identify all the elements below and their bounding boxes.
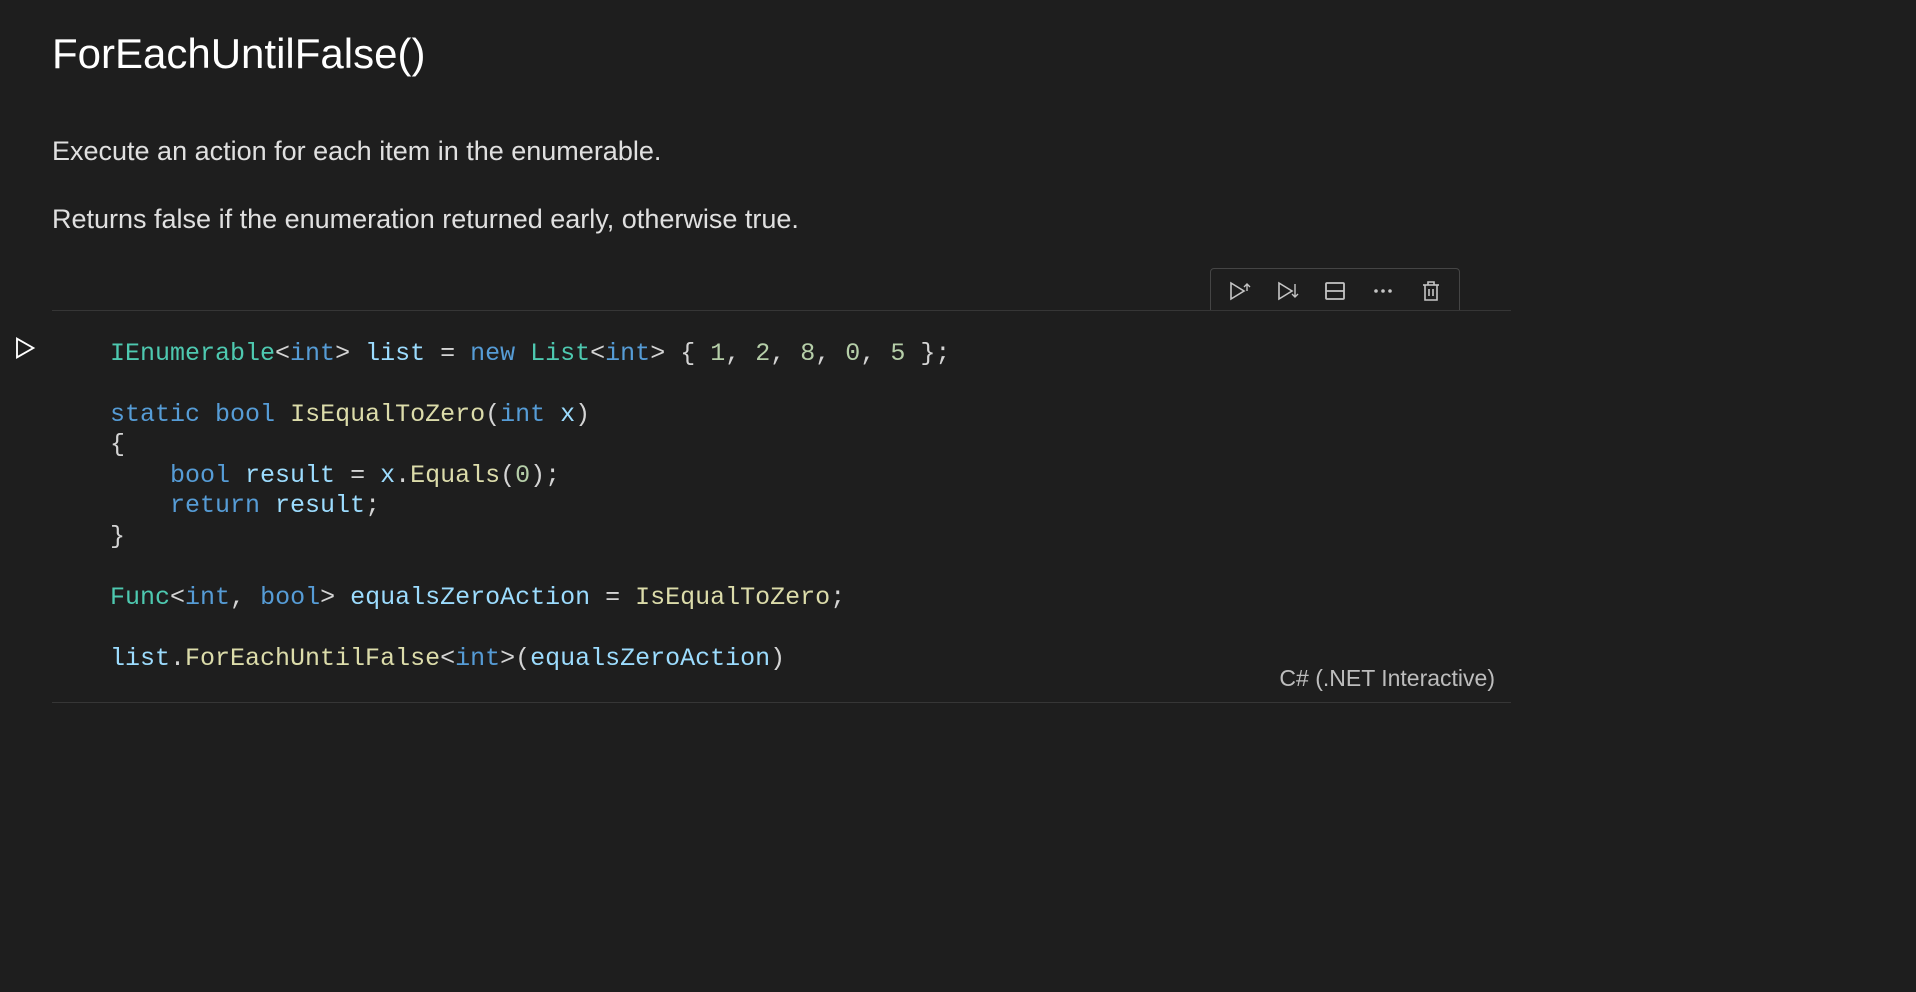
code-token: int (605, 339, 650, 368)
markdown-cell: ForEachUntilFalse() Execute an action fo… (0, 0, 1916, 310)
code-token: > (335, 339, 365, 368)
code-token: < (275, 339, 290, 368)
code-token: = (425, 339, 470, 368)
more-actions-button[interactable] (1359, 273, 1407, 309)
code-token: bool (260, 583, 320, 612)
code-token (230, 461, 245, 490)
code-token (110, 491, 170, 520)
code-token: int (290, 339, 335, 368)
code-token: bool (215, 400, 275, 429)
page-title: ForEachUntilFalse() (52, 30, 1864, 78)
play-up-icon (1227, 279, 1251, 303)
description-line-1: Execute an action for each item in the e… (52, 133, 1864, 169)
code-token: ( (500, 461, 515, 490)
code-token: 8 (800, 339, 815, 368)
code-token: return (170, 491, 260, 520)
code-token: int (500, 400, 545, 429)
code-token: >( (500, 644, 530, 673)
code-token: ) (770, 644, 785, 673)
code-token: ) (575, 400, 590, 429)
run-cells-above-button[interactable] (1215, 273, 1263, 309)
code-token: 0 (515, 461, 530, 490)
code-token: equalsZeroAction (530, 644, 770, 673)
code-token: result (245, 461, 335, 490)
code-cell-wrap: IEnumerable<int> list = new List<int> { … (52, 310, 1916, 704)
code-token: > (320, 583, 350, 612)
code-token: < (170, 583, 185, 612)
run-cell-and-below-button[interactable] (1263, 273, 1311, 309)
code-token: List (530, 339, 590, 368)
code-token: }; (905, 339, 950, 368)
play-down-icon (1275, 279, 1299, 303)
code-token: < (440, 644, 455, 673)
code-token: , (860, 339, 890, 368)
code-token: . (395, 461, 410, 490)
code-token: x (380, 461, 395, 490)
split-icon (1323, 279, 1347, 303)
description-line-2: Returns false if the enumeration returne… (52, 201, 1864, 237)
code-token: ); (530, 461, 560, 490)
code-token: result (275, 491, 365, 520)
code-token: = (335, 461, 380, 490)
code-token: , (230, 583, 260, 612)
code-token: int (455, 644, 500, 673)
code-token: IEnumerable (110, 339, 275, 368)
cell-toolbar (1210, 268, 1460, 314)
code-token: , (725, 339, 755, 368)
code-token: . (170, 644, 185, 673)
code-token (515, 339, 530, 368)
code-cell[interactable]: IEnumerable<int> list = new List<int> { … (52, 310, 1511, 704)
code-token: = (590, 583, 635, 612)
notebook: ForEachUntilFalse() Execute an action fo… (0, 0, 1916, 703)
code-token: IsEqualToZero (290, 400, 485, 429)
code-token: bool (170, 461, 230, 490)
code-token: 2 (755, 339, 770, 368)
code-token: ( (485, 400, 500, 429)
kernel-label[interactable]: C# (.NET Interactive) (1279, 665, 1495, 692)
code-token: 5 (890, 339, 905, 368)
run-cell-button[interactable] (4, 328, 44, 368)
code-token: list (110, 644, 170, 673)
code-token: } (110, 522, 125, 551)
code-token (200, 400, 215, 429)
ellipsis-icon (1371, 279, 1395, 303)
code-token: , (815, 339, 845, 368)
code-token (110, 461, 170, 490)
code-token: , (770, 339, 800, 368)
code-token (275, 400, 290, 429)
play-icon (10, 334, 38, 362)
code-token: { (110, 430, 125, 459)
code-token (545, 400, 560, 429)
code-token: x (560, 400, 575, 429)
code-token: Func (110, 583, 170, 612)
code-token: ; (365, 491, 380, 520)
code-token: ; (830, 583, 845, 612)
code-token: new (470, 339, 515, 368)
trash-icon (1419, 279, 1443, 303)
code-token: ForEachUntilFalse (185, 644, 440, 673)
code-token: list (365, 339, 425, 368)
code-token: int (185, 583, 230, 612)
code-token: IsEqualToZero (635, 583, 830, 612)
delete-cell-button[interactable] (1407, 273, 1455, 309)
code-token: equalsZeroAction (350, 583, 590, 612)
code-token: 1 (710, 339, 725, 368)
code-token (260, 491, 275, 520)
split-cell-button[interactable] (1311, 273, 1359, 309)
code-token: Equals (410, 461, 500, 490)
code-editor[interactable]: IEnumerable<int> list = new List<int> { … (110, 339, 1453, 675)
code-token: > { (650, 339, 710, 368)
code-token: 0 (845, 339, 860, 368)
code-token: static (110, 400, 200, 429)
code-token: < (590, 339, 605, 368)
